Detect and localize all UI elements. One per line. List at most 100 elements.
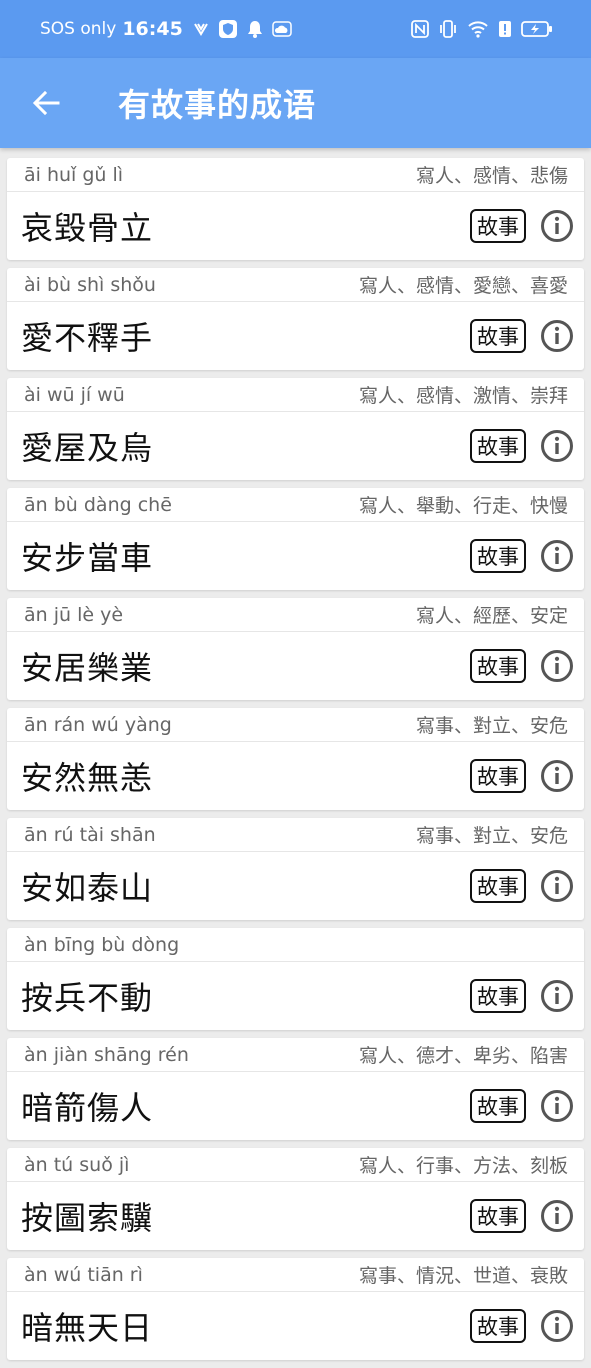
idiom-card-body: 按兵不動 故事: [7, 962, 584, 1030]
nfc-icon: [411, 20, 429, 38]
idiom-card-body: 安然無恙 故事: [7, 742, 584, 810]
idiom-tags: 寫事、對立、安危: [415, 715, 568, 737]
idiom-card-body: 安如泰山 故事: [7, 852, 584, 920]
story-button[interactable]: 故事: [470, 319, 526, 353]
story-button[interactable]: 故事: [470, 1309, 526, 1343]
idiom-pinyin: àn tú suǒ jì: [24, 1153, 130, 1176]
idiom-card[interactable]: ān rán wú yàng 寫事、對立、安危安然無恙 故事: [7, 708, 584, 810]
info-icon[interactable]: [540, 1089, 574, 1123]
idiom-tags: 寫人、舉動、行走、快慢: [358, 495, 568, 517]
idiom-card-body: 按圖索驥 故事: [7, 1182, 584, 1250]
alert-icon: [498, 20, 512, 38]
story-button[interactable]: 故事: [470, 979, 526, 1013]
idiom-card[interactable]: àn wú tiān rì 寫事、情況、世道、衰敗暗無天日 故事: [7, 1258, 584, 1360]
idiom-pinyin: ān jū lè yè: [24, 603, 124, 626]
idiom-card[interactable]: āi huǐ gǔ lì 寫人、感情、悲傷哀毀骨立 故事: [7, 158, 584, 260]
idiom-card-header: ài bù shì shǒu 寫人、感情、愛戀、喜愛: [7, 268, 584, 302]
story-button[interactable]: 故事: [470, 539, 526, 573]
info-icon[interactable]: [540, 1309, 574, 1343]
idiom-card-header: āi huǐ gǔ lì 寫人、感情、悲傷: [7, 158, 584, 192]
story-button[interactable]: 故事: [470, 209, 526, 243]
story-button[interactable]: 故事: [470, 1199, 526, 1233]
idiom-tags: 寫人、行事、方法、刻板: [358, 1155, 568, 1177]
battery-charging-icon: [521, 20, 553, 38]
story-button[interactable]: 故事: [470, 429, 526, 463]
info-icon[interactable]: [540, 979, 574, 1013]
idiom-card[interactable]: àn jiàn shāng rén 寫人、德才、卑劣、陷害暗箭傷人 故事: [7, 1038, 584, 1140]
idiom-pinyin: ài wū jí wū: [24, 383, 125, 406]
idiom-tags: 寫人、感情、愛戀、喜愛: [358, 275, 568, 297]
idiom-pinyin: ài bù shì shǒu: [24, 273, 156, 296]
idiom-card[interactable]: àn bīng bù dòng 按兵不動 故事: [7, 928, 584, 1030]
idiom-tags: 寫事、情況、世道、衰敗: [358, 1265, 568, 1287]
idiom-card-header: àn jiàn shāng rén 寫人、德才、卑劣、陷害: [7, 1038, 584, 1072]
info-icon[interactable]: [540, 869, 574, 903]
app-bar: 有故事的成语: [0, 58, 591, 148]
idiom-pinyin: àn bīng bù dòng: [24, 933, 180, 956]
idiom-tags: 寫人、感情、悲傷: [415, 165, 568, 187]
info-icon[interactable]: [540, 209, 574, 243]
info-icon[interactable]: [540, 429, 574, 463]
idiom-text: 安如泰山: [21, 869, 154, 907]
idiom-text: 哀毀骨立: [21, 209, 154, 247]
idiom-pinyin: ān rán wú yàng: [24, 713, 172, 736]
idiom-list: āi huǐ gǔ lì 寫人、感情、悲傷 哀毀骨立 故事 ài bù shì shǒu…: [7, 158, 584, 1368]
idiom-card-body: 暗無天日 故事: [7, 1292, 584, 1360]
idiom-text: 安居樂業: [21, 649, 154, 687]
back-button[interactable]: [16, 73, 76, 133]
idiom-tags: 寫人、感情、激情、崇拜: [358, 385, 568, 407]
idiom-card[interactable]: ài bù shì shǒu 寫人、感情、愛戀、喜愛愛不釋手 故事: [7, 268, 584, 370]
idiom-card-header: ān jū lè yè 寫人、經歷、安定: [7, 598, 584, 632]
idiom-text: 按圖索驥: [21, 1199, 154, 1237]
story-button[interactable]: 故事: [470, 649, 526, 683]
vibrate-icon: [193, 21, 209, 37]
idiom-card-header: ān rú tài shān 寫事、對立、安危: [7, 818, 584, 852]
info-icon[interactable]: [540, 319, 574, 353]
status-time: 16:45: [122, 18, 183, 40]
idiom-pinyin: àn wú tiān rì: [24, 1263, 143, 1286]
idiom-pinyin: āi huǐ gǔ lì: [24, 163, 124, 186]
idiom-tags: 寫人、經歷、安定: [415, 605, 568, 627]
idiom-card-header: ān bù dàng chē 寫人、舉動、行走、快慢: [7, 488, 584, 522]
idiom-pinyin: àn jiàn shāng rén: [24, 1043, 189, 1066]
idiom-card[interactable]: àn tú suǒ jì 寫人、行事、方法、刻板按圖索驥 故事: [7, 1148, 584, 1250]
idiom-pinyin: ān bù dàng chē: [24, 493, 172, 516]
idiom-card[interactable]: ài wū jí wū 寫人、感情、激情、崇拜愛屋及烏 故事: [7, 378, 584, 480]
info-icon[interactable]: [540, 759, 574, 793]
idiom-text: 安然無恙: [21, 759, 154, 797]
idiom-text: 暗無天日: [21, 1309, 154, 1347]
page-title: 有故事的成语: [118, 86, 317, 124]
idiom-card-header: ài wū jí wū 寫人、感情、激情、崇拜: [7, 378, 584, 412]
story-button[interactable]: 故事: [470, 759, 526, 793]
idiom-text: 暗箭傷人: [21, 1089, 154, 1127]
wifi-icon: [467, 20, 489, 38]
idiom-card-header: ān rán wú yàng 寫事、對立、安危: [7, 708, 584, 742]
info-icon[interactable]: [540, 1199, 574, 1233]
idiom-text: 按兵不動: [21, 979, 154, 1017]
idiom-card-header: àn bīng bù dòng: [7, 928, 584, 962]
idiom-card-body: 愛屋及烏 故事: [7, 412, 584, 480]
story-button[interactable]: 故事: [470, 869, 526, 903]
idiom-text: 愛屋及烏: [21, 429, 154, 467]
cloud-icon: [272, 21, 292, 37]
idiom-card[interactable]: ān jū lè yè 寫人、經歷、安定安居樂業 故事: [7, 598, 584, 700]
idiom-text: 安步當車: [21, 539, 154, 577]
bell-icon: [247, 20, 263, 38]
story-button[interactable]: 故事: [470, 1089, 526, 1123]
carrier-label: SOS only: [40, 19, 117, 39]
idiom-card-header: àn wú tiān rì 寫事、情況、世道、衰敗: [7, 1258, 584, 1292]
idiom-card[interactable]: ān bù dàng chē 寫人、舉動、行走、快慢安步當車 故事: [7, 488, 584, 590]
idiom-card-header: àn tú suǒ jì 寫人、行事、方法、刻板: [7, 1148, 584, 1182]
idiom-tags: 寫事、對立、安危: [415, 825, 568, 847]
idiom-card-body: 愛不釋手 故事: [7, 302, 584, 370]
info-icon[interactable]: [540, 649, 574, 683]
shield-icon: [218, 19, 238, 39]
idiom-tags: 寫人、德才、卑劣、陷害: [358, 1045, 568, 1067]
idiom-card[interactable]: ān rú tài shān 寫事、對立、安危安如泰山 故事: [7, 818, 584, 920]
idiom-card-body: 暗箭傷人 故事: [7, 1072, 584, 1140]
idiom-card-body: 安居樂業 故事: [7, 632, 584, 700]
info-icon[interactable]: [540, 539, 574, 573]
status-system-icons: [411, 20, 553, 38]
idiom-card-body: 安步當車 故事: [7, 522, 584, 590]
vibrate-mode-icon: [438, 20, 458, 38]
